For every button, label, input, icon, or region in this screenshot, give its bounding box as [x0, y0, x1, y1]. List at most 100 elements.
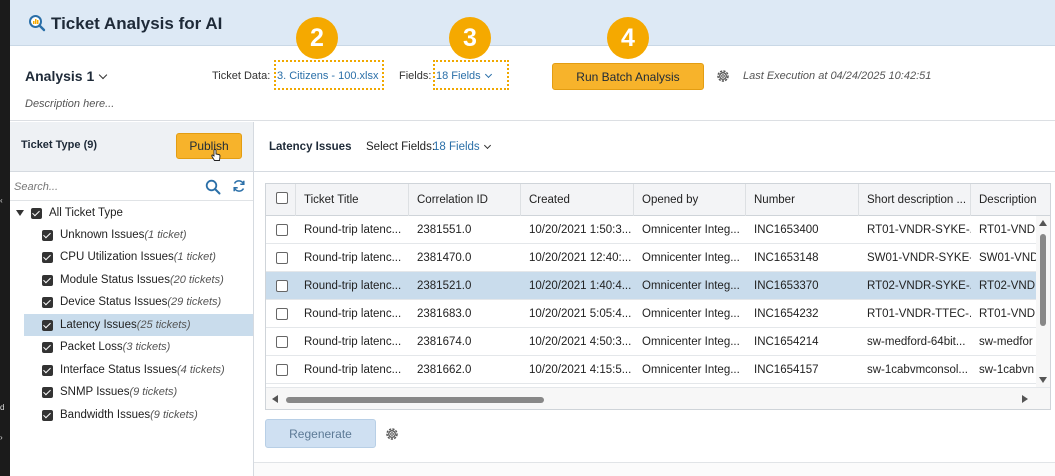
table-cell: Omnicenter Integ... — [642, 280, 740, 292]
table-row[interactable]: Round-trip latenc... 2381470.0 10/20/202… — [266, 244, 1050, 272]
tree-item-cpu-utilization-issues[interactable]: CPU Utilization Issues (1 ticket) — [10, 246, 253, 268]
table-cell: 2381521.0 — [417, 280, 472, 292]
table-row[interactable]: Round-trip latenc... 2381551.0 10/20/202… — [266, 216, 1050, 244]
tree-item-count: (9 tickets) — [150, 409, 198, 421]
tree-item-bandwidth-issues[interactable]: Bandwidth Issues (9 tickets) — [10, 404, 253, 426]
tree-item-label: Module Status Issues — [60, 274, 170, 286]
select-all-checkbox[interactable] — [276, 192, 288, 204]
horizontal-scrollbar[interactable] — [266, 387, 1050, 409]
search-icon[interactable] — [205, 179, 221, 195]
table-cell: SW01-VND — [979, 252, 1038, 264]
table-cell: Omnicenter Integ... — [642, 308, 740, 320]
chevron-down-icon — [483, 141, 491, 150]
table-cell: Round-trip latenc... — [304, 252, 402, 264]
column-header[interactable]: Number — [746, 184, 859, 216]
main-panel: Latency Issues Select Fields: 18 Fields … — [254, 122, 1055, 476]
checkbox-checked-icon[interactable] — [42, 364, 53, 376]
column-header[interactable]: Correlation ID — [409, 184, 521, 216]
ticket-type-sidebar: Ticket Type (9) Publish All Ticket Type … — [10, 122, 254, 476]
table-cell: sw-1cabvn — [979, 364, 1034, 376]
step-badge-2: 2 — [296, 17, 338, 59]
scroll-up-icon[interactable] — [1039, 220, 1047, 226]
ticket-data-link[interactable]: 3. Citizens - 100.xlsx — [277, 70, 378, 82]
tree-item-device-status-issues[interactable]: Device Status Issues (29 tickets) — [10, 291, 253, 313]
table-cell: Round-trip latenc... — [304, 280, 402, 292]
tree-item-count: (3 tickets) — [122, 341, 171, 353]
table-cell: Round-trip latenc... — [304, 224, 402, 236]
table-row[interactable]: Round-trip latenc... 2381674.0 10/20/202… — [266, 328, 1050, 356]
table-row[interactable]: Round-trip latenc... 2381683.0 10/20/202… — [266, 300, 1050, 328]
gear-icon[interactable] — [715, 68, 731, 84]
checkbox-checked-icon[interactable] — [42, 386, 53, 398]
horizontal-scroll-thumb[interactable] — [286, 397, 544, 403]
table-row-selected[interactable]: Round-trip latenc... 2381521.0 10/20/202… — [266, 272, 1050, 300]
tree-root[interactable]: All Ticket Type — [10, 202, 253, 224]
regenerate-button[interactable]: Regenerate — [265, 419, 376, 448]
sidebar-search-row — [10, 173, 253, 201]
sidebar-header: Ticket Type (9) Publish — [10, 122, 253, 172]
run-batch-analysis-button[interactable]: Run Batch Analysis — [552, 63, 704, 90]
checkbox-checked-icon[interactable] — [42, 409, 53, 421]
tree-item-count: (1 ticket) — [173, 251, 216, 263]
edge-glyph: ‹ — [0, 196, 3, 205]
vertical-scroll-thumb[interactable] — [1040, 234, 1046, 326]
column-header[interactable]: Description — [971, 184, 1050, 216]
select-fields-label: Select Fields: — [366, 141, 436, 153]
vertical-scrollbar[interactable] — [1036, 216, 1050, 387]
app-title: Ticket Analysis for AI — [51, 14, 223, 33]
tree-item-count: (29 tickets) — [167, 296, 222, 308]
select-all-cell[interactable] — [266, 184, 296, 216]
chevron-down-icon — [99, 70, 108, 80]
table-cell: INC1653370 — [754, 280, 819, 292]
tickets-table: Ticket Title Correlation ID Created Open… — [265, 183, 1051, 410]
edge-glyph: d — [0, 403, 5, 412]
tree-item-label: CPU Utilization Issues — [60, 251, 174, 263]
sidebar-search-input[interactable] — [14, 176, 200, 197]
scroll-left-icon[interactable] — [272, 395, 278, 403]
row-checkbox[interactable] — [276, 224, 288, 236]
table-row[interactable]: Round-trip latenc... 2381662.0 10/20/202… — [266, 356, 1050, 384]
chevron-down-icon — [484, 70, 492, 79]
publish-button[interactable]: Publish — [176, 133, 242, 159]
row-checkbox[interactable] — [276, 336, 288, 348]
description-field[interactable]: Description here... — [25, 98, 114, 110]
tree-item-interface-status-issues[interactable]: Interface Status Issues (4 tickets) — [10, 359, 253, 381]
tree-item-latency-issues[interactable]: Latency Issues (25 tickets) — [24, 314, 253, 336]
column-header[interactable]: Opened by — [634, 184, 746, 216]
tree-item-count: (25 tickets) — [136, 319, 191, 331]
gear-icon[interactable] — [384, 426, 400, 442]
table-cell: INC1654214 — [754, 336, 819, 348]
checkbox-checked-icon[interactable] — [42, 274, 53, 286]
checkbox-checked-icon[interactable] — [42, 341, 53, 353]
checkbox-checked-icon[interactable] — [42, 319, 53, 331]
select-fields-dropdown[interactable]: 18 Fields — [433, 141, 491, 153]
tree-item-snmp-issues[interactable]: SNMP Issues (9 tickets) — [10, 381, 253, 403]
tree-root-label: All Ticket Type — [49, 207, 123, 219]
tree-item-unknown-issues[interactable]: Unknown Issues (1 ticket) — [10, 224, 253, 246]
column-header[interactable]: Ticket Title — [296, 184, 409, 216]
checkbox-checked-icon[interactable] — [31, 207, 42, 219]
row-checkbox[interactable] — [276, 364, 288, 376]
tree-item-module-status-issues[interactable]: Module Status Issues (20 tickets) — [10, 269, 253, 291]
analysis-name-dropdown[interactable]: Analysis 1 — [25, 68, 108, 84]
checkbox-checked-icon[interactable] — [42, 229, 53, 241]
table-cell: INC1653148 — [754, 252, 819, 264]
fields-value: 18 Fields — [436, 70, 481, 82]
row-checkbox[interactable] — [276, 308, 288, 320]
ticket-data-label: Ticket Data: — [212, 70, 271, 82]
row-checkbox[interactable] — [276, 252, 288, 264]
scroll-right-icon[interactable] — [1022, 395, 1028, 403]
collapse-caret-icon[interactable] — [16, 210, 24, 216]
row-checkbox[interactable] — [276, 280, 288, 292]
checkbox-checked-icon[interactable] — [42, 251, 53, 263]
fields-dropdown[interactable]: 18 Fields — [436, 70, 492, 82]
checkbox-checked-icon[interactable] — [42, 296, 53, 308]
last-execution-text: Last Execution at 04/24/2025 10:42:51 — [743, 70, 932, 82]
refresh-icon[interactable] — [232, 179, 246, 193]
column-header[interactable]: Short description ... — [859, 184, 971, 216]
table-cell: SW01-VNDR-SYKE-... — [867, 252, 971, 264]
table-cell: 10/20/2021 5:05:4... — [529, 308, 632, 320]
column-header[interactable]: Created — [521, 184, 634, 216]
scroll-down-icon[interactable] — [1039, 377, 1047, 383]
tree-item-packet-loss[interactable]: Packet Loss (3 tickets) — [10, 336, 253, 358]
